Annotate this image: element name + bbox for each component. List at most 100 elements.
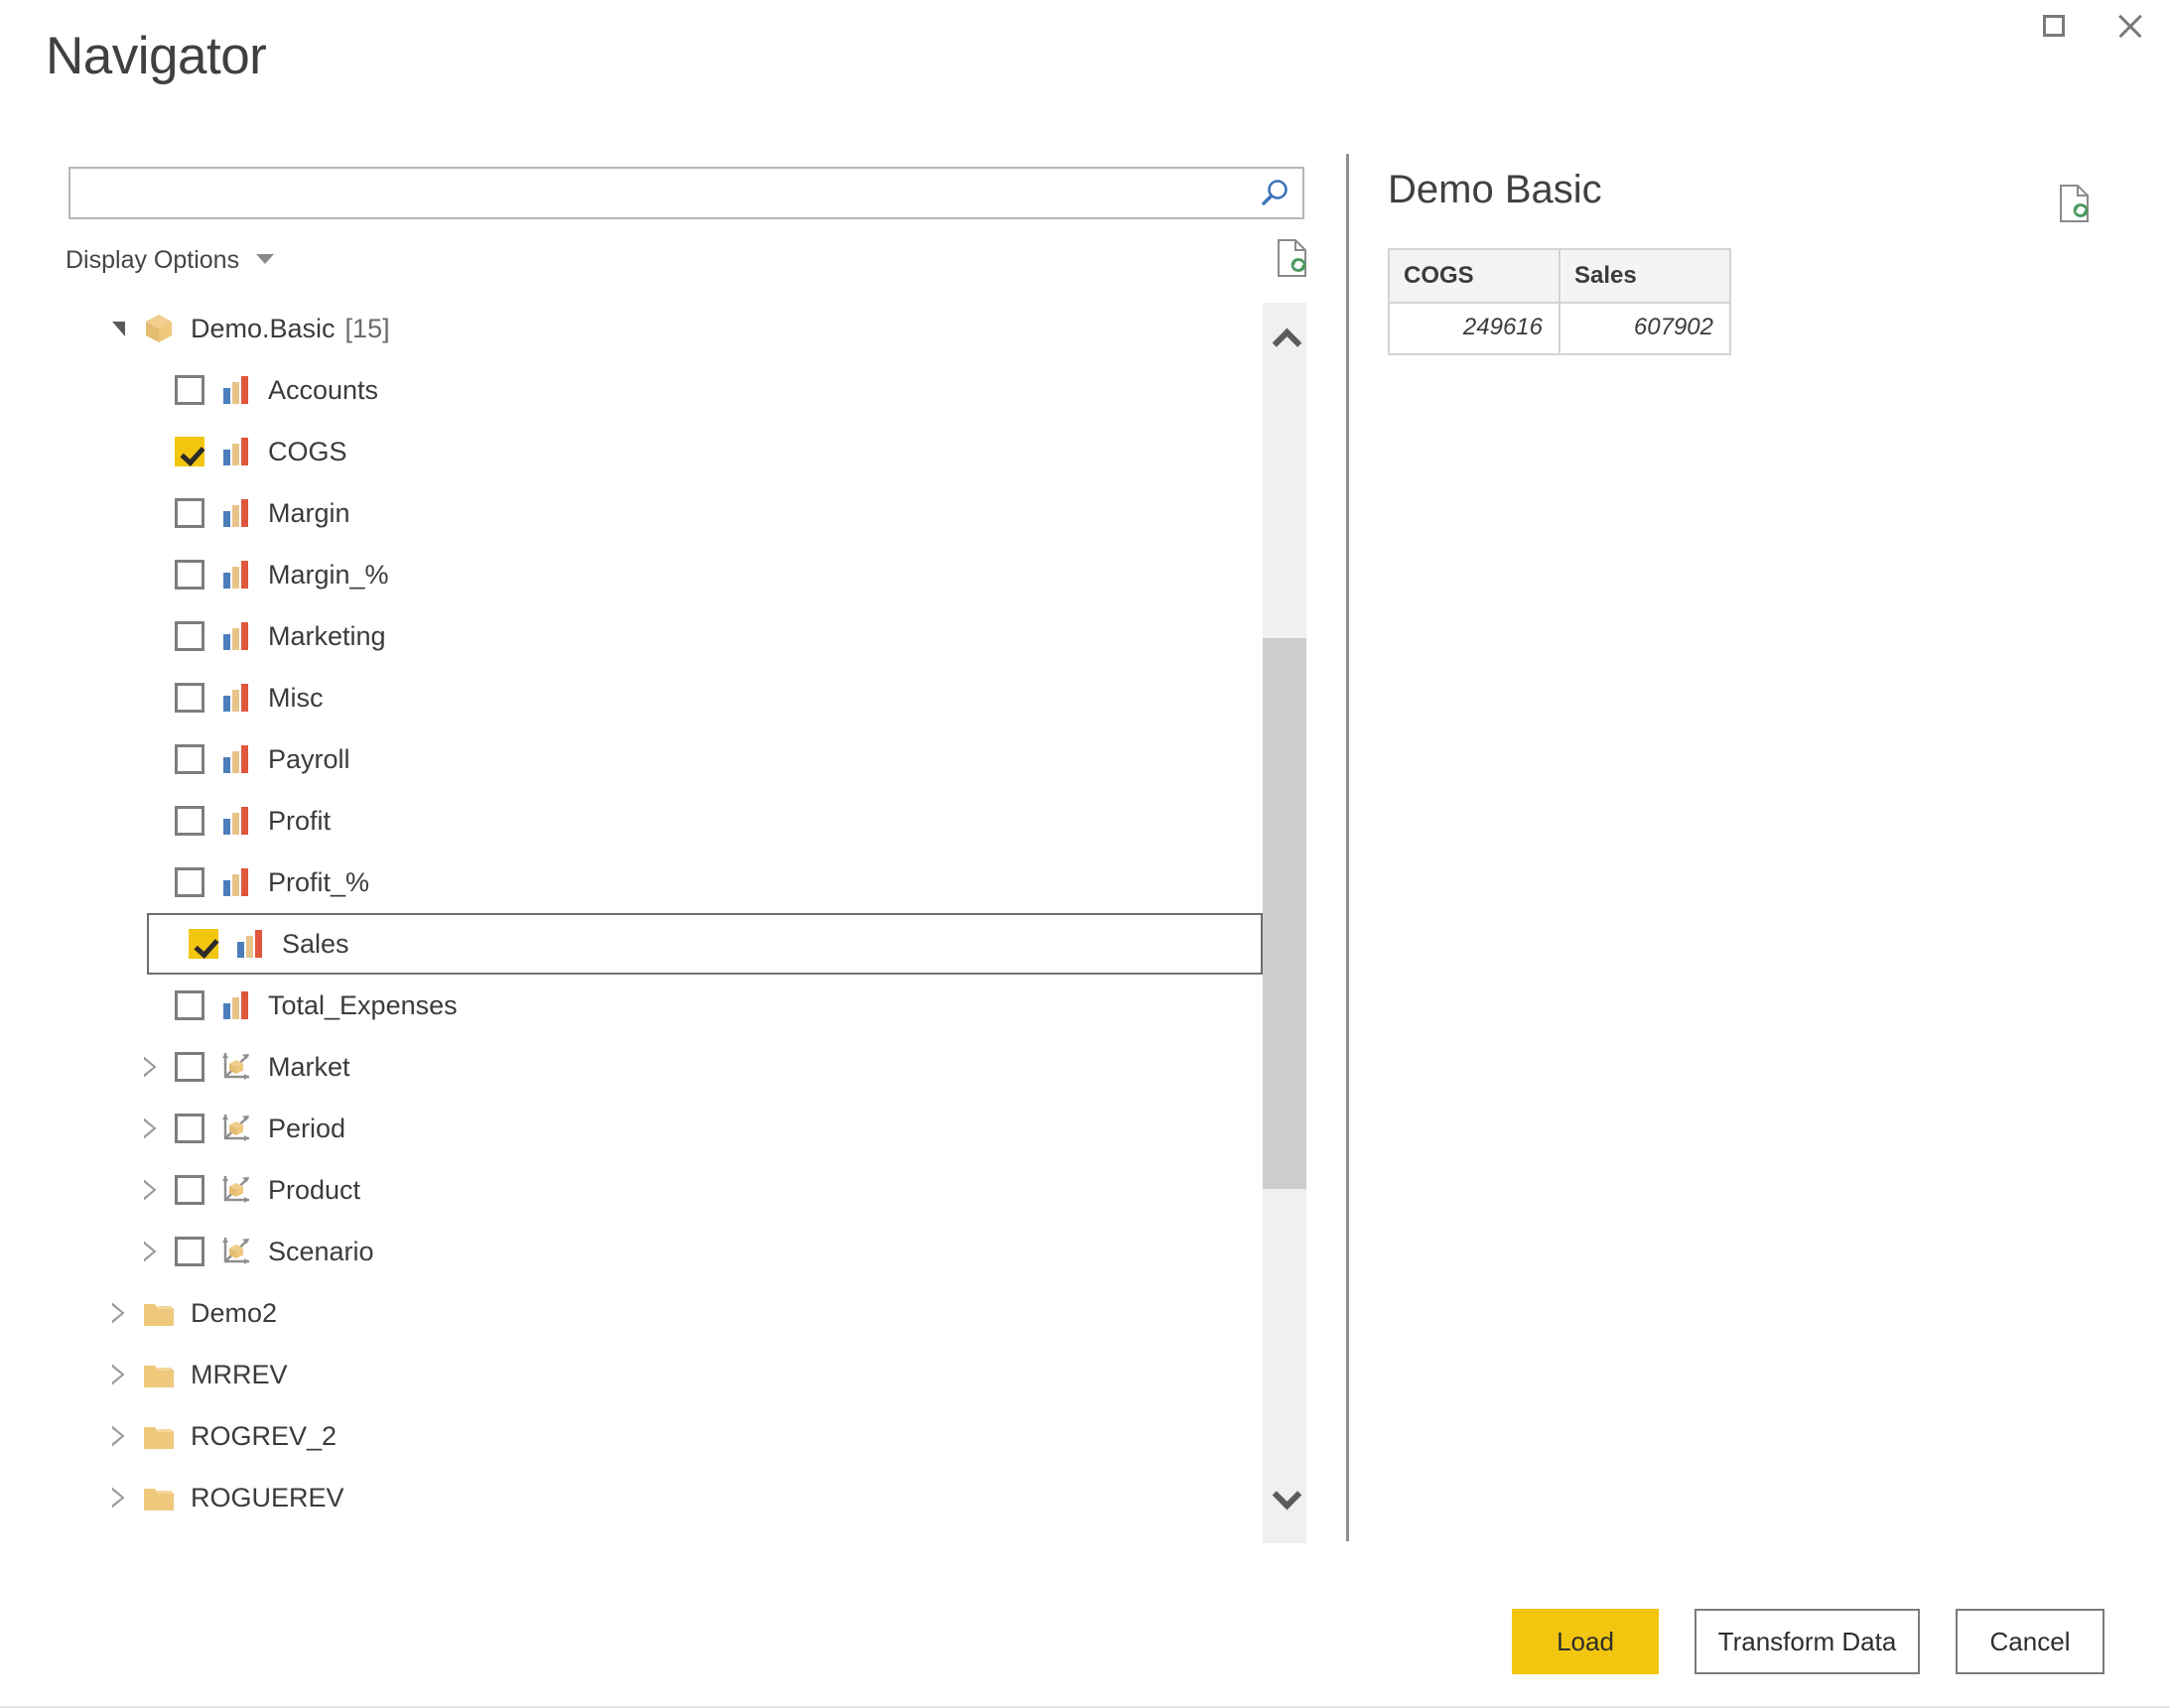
expander-spacer (137, 439, 163, 464)
tree-item-label: Profit (268, 805, 332, 836)
chevron-down-icon (256, 254, 275, 264)
checkbox-marketing[interactable] (175, 621, 204, 651)
tree-item-roguerev[interactable]: ROGUEREV (105, 1467, 344, 1528)
tree-item-profit[interactable]: Profit (137, 790, 331, 852)
tree-item-mrrev[interactable]: MRREV (105, 1344, 288, 1405)
checkbox-profit[interactable] (175, 806, 204, 836)
tree-item-label: Market (268, 1051, 350, 1082)
collapse-arrow-icon[interactable] (105, 316, 131, 341)
dimension-axes-icon (222, 1238, 249, 1264)
tree-item-profit-[interactable]: Profit_% (137, 852, 369, 913)
tree-scrollbar[interactable] (1263, 303, 1306, 1543)
tree-item-label: Misc (268, 682, 324, 713)
expander-spacer (137, 500, 163, 526)
tree-item-market[interactable]: Market (137, 1036, 350, 1098)
checkbox-profit-[interactable] (175, 867, 204, 897)
tree-item-accounts[interactable]: Accounts (137, 359, 378, 421)
checkbox-market[interactable] (175, 1052, 204, 1082)
tree-item-label: Period (268, 1113, 346, 1143)
expand-arrow-icon[interactable] (105, 1485, 131, 1511)
tree-item-misc[interactable]: Misc (137, 667, 324, 728)
checkbox-total-expenses[interactable] (175, 990, 204, 1020)
refresh-preview-icon[interactable] (1275, 238, 1310, 278)
tree-item-label: MRREV (191, 1359, 288, 1389)
checkbox-sales[interactable] (189, 929, 218, 959)
tree-item-label: Payroll (268, 743, 350, 774)
pane-divider (1346, 154, 1349, 1541)
preview-column-header: Sales (1559, 248, 1731, 304)
tree-item-marketing[interactable]: Marketing (137, 605, 386, 667)
preview-row: 249616 607902 (1388, 302, 1731, 355)
checkbox-product[interactable] (175, 1175, 204, 1205)
measure-bars-icon-wrap (218, 557, 254, 592)
checkbox-margin-[interactable] (175, 560, 204, 590)
expand-arrow-icon[interactable] (137, 1054, 163, 1080)
measure-bars-icon (223, 438, 248, 465)
display-options-dropdown[interactable]: Display Options (66, 246, 275, 275)
tree-item-period[interactable]: Period (137, 1098, 345, 1159)
folder-icon-wrap (141, 1418, 177, 1454)
tree-item-label: Marketing (268, 620, 386, 651)
measure-bars-icon (223, 376, 248, 404)
tree-item-product[interactable]: Product (137, 1159, 360, 1221)
scroll-up-button[interactable] (1263, 317, 1306, 360)
measure-bars-icon-wrap (218, 495, 254, 531)
folder-icon-wrap (141, 1480, 177, 1515)
scroll-down-button[interactable] (1263, 1474, 1306, 1517)
measure-bars-icon (223, 622, 248, 650)
scrollbar-thumb[interactable] (1263, 638, 1306, 1189)
checkbox-margin[interactable] (175, 498, 204, 528)
load-button[interactable]: Load (1512, 1609, 1659, 1674)
preview-body: 249616 607902 (1388, 302, 1731, 355)
search-icon[interactable] (1259, 178, 1290, 209)
tree-item-payroll[interactable]: Payroll (137, 728, 350, 790)
folder-icon (144, 1366, 174, 1387)
measure-bars-icon-wrap (218, 987, 254, 1023)
tree-item-label: ROGREV_2 (191, 1420, 338, 1451)
tree-item-total-expenses[interactable]: Total_Expenses (137, 975, 458, 1036)
tree-item-demo-basic[interactable]: Demo.Basic [15] (105, 298, 390, 359)
close-button[interactable] (2095, 0, 2166, 52)
expander-spacer (137, 992, 163, 1018)
checkbox-misc[interactable] (175, 683, 204, 713)
tree-item-sales[interactable]: Sales (147, 913, 1263, 975)
tree-item-margin[interactable]: Margin (137, 482, 350, 544)
transform-data-button[interactable]: Transform Data (1695, 1609, 1920, 1674)
checkbox-payroll[interactable] (175, 744, 204, 774)
measure-bars-icon (223, 499, 248, 527)
expand-arrow-icon[interactable] (137, 1177, 163, 1203)
object-tree[interactable]: Demo.Basic [15] Accounts COGS Margin Margin_… (0, 298, 1263, 1543)
dialog-footer: Load Transform Data Cancel (0, 1609, 2170, 1708)
expand-arrow-icon[interactable] (137, 1239, 163, 1264)
checkbox-cogs[interactable] (175, 437, 204, 466)
expander-spacer (137, 623, 163, 649)
expand-arrow-icon[interactable] (137, 1116, 163, 1141)
checkbox-accounts[interactable] (175, 375, 204, 405)
search-input[interactable] (80, 169, 1236, 219)
tree-item-scenario[interactable]: Scenario (137, 1221, 374, 1282)
tree-item-margin-[interactable]: Margin_% (137, 544, 389, 605)
measure-bars-icon (223, 561, 248, 589)
expand-arrow-icon[interactable] (105, 1300, 131, 1326)
cancel-button[interactable]: Cancel (1956, 1609, 2104, 1674)
search-box[interactable] (68, 167, 1304, 219)
expand-arrow-icon[interactable] (105, 1362, 131, 1387)
expander-spacer (151, 931, 177, 957)
measure-bars-icon (223, 868, 248, 896)
tree-item-demo2[interactable]: Demo2 (105, 1282, 277, 1344)
dimension-axes-icon-wrap (218, 1172, 254, 1208)
chevron-down-icon (1274, 1485, 1295, 1507)
dimension-axes-icon-wrap (218, 1234, 254, 1269)
maximize-button[interactable] (2018, 0, 2090, 52)
folder-icon-wrap (141, 1295, 177, 1331)
tree-item-cogs[interactable]: COGS (137, 421, 347, 482)
expand-arrow-icon[interactable] (105, 1423, 131, 1449)
measure-bars-icon-wrap (218, 372, 254, 408)
checkbox-period[interactable] (175, 1114, 204, 1143)
preview-title: Demo Basic (1388, 168, 1602, 211)
expander-spacer (137, 685, 163, 711)
refresh-preview-icon[interactable] (2057, 184, 2093, 223)
tree-item-count: [15] (344, 313, 390, 343)
checkbox-scenario[interactable] (175, 1237, 204, 1266)
tree-item-rogrev-2[interactable]: ROGREV_2 (105, 1405, 337, 1467)
